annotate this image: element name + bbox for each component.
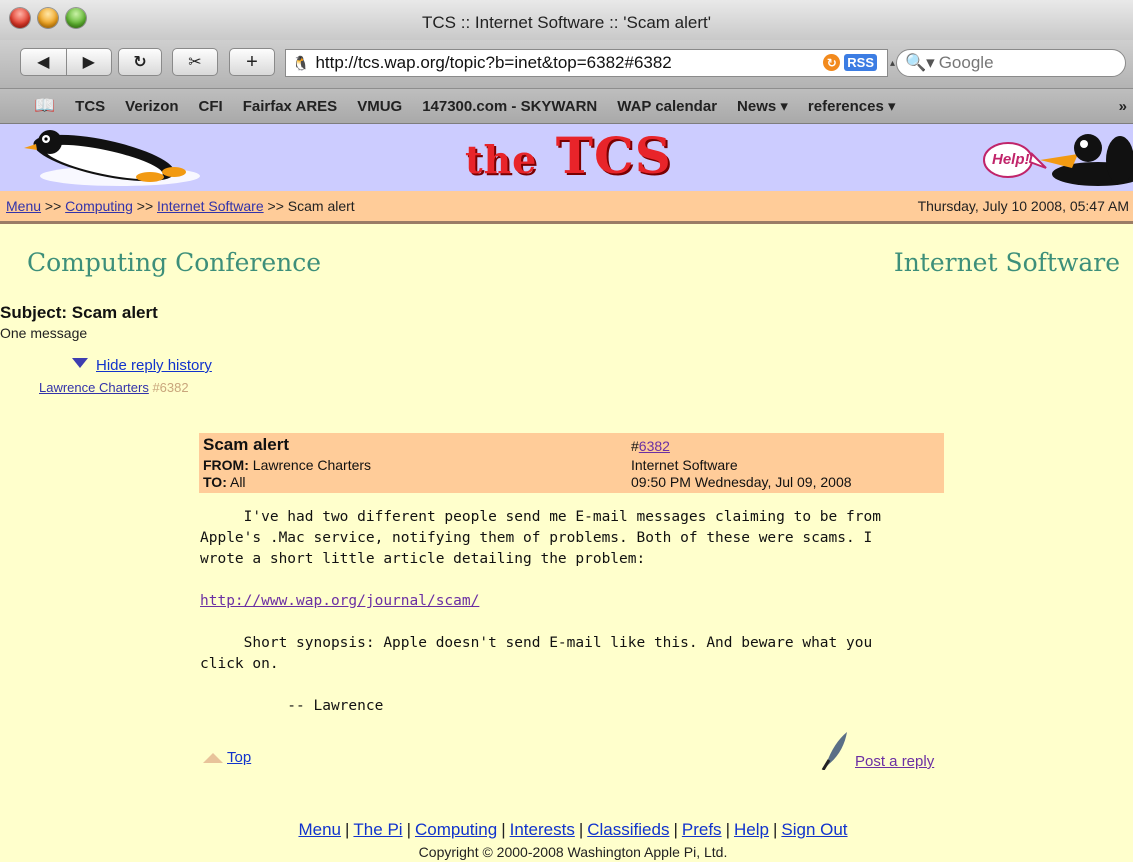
footer-link-classifieds[interactable]: Classifieds — [587, 820, 669, 839]
reload-button[interactable]: ↻ — [118, 48, 162, 76]
breadcrumb-computing-link[interactable]: Computing — [65, 198, 133, 214]
site-banner: the TCS Help! — [0, 124, 1133, 191]
top-link-container: Top — [203, 749, 251, 766]
thread-message-number: #6382 — [152, 380, 189, 395]
footer-separator: | — [578, 820, 584, 839]
footer-link-sign-out[interactable]: Sign Out — [781, 820, 847, 839]
resize-handle-icon[interactable]: ▴ — [890, 58, 895, 69]
footer-nav: Menu | The Pi | Computing | Interests | Classifi… — [0, 820, 1133, 840]
bookmarks-bar: 📖 TCS Verizon CFI Fairfax ARES VMUG 1473… — [0, 89, 1133, 124]
footer-separator: | — [345, 820, 350, 839]
search-placeholder: Google — [938, 53, 994, 72]
message-to: TO: All — [203, 474, 246, 490]
overflow-chevron-icon[interactable]: » — [1119, 98, 1127, 115]
up-arrow-icon — [203, 752, 223, 763]
breadcrumb-current: Scam alert — [287, 198, 355, 214]
rss-control[interactable]: ↻ RSS — [823, 54, 877, 71]
hide-reply-history-link[interactable]: Hide reply history — [96, 357, 212, 374]
breadcrumb-separator: >> — [44, 198, 62, 214]
current-datetime: Thursday, July 10 2008, 05:47 AM — [917, 198, 1129, 214]
message-signature: -- Lawrence — [200, 698, 384, 714]
footer-separator: | — [673, 820, 678, 839]
bookmark-item[interactable]: TCS — [75, 98, 105, 115]
address-bar[interactable]: 🐧 http://tcs.wap.org/topic?b=inet&top=63… — [285, 49, 888, 77]
breadcrumb-trail: Menu >> Computing >> Internet Software >… — [6, 198, 355, 214]
message-header: Scam alert FROM: Lawrence Charters TO: A… — [199, 433, 944, 493]
breadcrumb-separator: >> — [136, 198, 154, 214]
article-link[interactable]: http://www.wap.org/journal/scam/ — [200, 593, 479, 609]
message-title: Scam alert — [203, 435, 289, 454]
footer-link-computing[interactable]: Computing — [415, 820, 497, 839]
post-reply-link[interactable]: Post a reply — [855, 753, 934, 770]
search-field[interactable]: 🔍▾ Google — [896, 49, 1126, 77]
bookmark-item[interactable]: 147300.com - SKYWARN — [422, 98, 597, 115]
reload-circle-icon[interactable]: ↻ — [823, 54, 841, 71]
bookmark-item[interactable]: WAP calendar — [617, 98, 717, 115]
bookmark-item[interactable]: Verizon — [125, 98, 178, 115]
subject-heading: Subject: Scam alert — [0, 303, 158, 322]
back-icon[interactable]: ◀ — [21, 49, 66, 75]
top-link[interactable]: Top — [227, 749, 251, 766]
message-number-link[interactable]: 6382 — [639, 438, 670, 454]
window-titlebar: TCS :: Internet Software :: 'Scam alert' — [0, 0, 1133, 41]
rss-badge[interactable]: RSS — [844, 54, 877, 71]
penguin-sledding-illustration — [24, 130, 200, 186]
message-count: One message — [0, 325, 88, 341]
window-title: TCS :: Internet Software :: 'Scam alert' — [422, 13, 711, 32]
message-body: I've had two different people send me E-… — [200, 507, 960, 717]
snippet-button[interactable]: ✂ — [172, 48, 218, 76]
to-label: TO: — [203, 474, 227, 490]
copyright: Copyright © 2000-2008 Washington Apple P… — [418, 844, 728, 860]
footer-separator: | — [501, 820, 506, 839]
bookmark-item[interactable]: CFI — [199, 98, 223, 115]
to-value: All — [229, 474, 246, 490]
from-label: FROM: — [203, 457, 249, 473]
breadcrumb-separator: >> — [267, 198, 284, 214]
post-reply-container: Post a reply — [819, 730, 934, 770]
message-conference: Internet Software — [631, 457, 738, 473]
quill-pen-icon — [821, 732, 847, 770]
message-date: 09:50 PM Wednesday, Jul 09, 2008 — [631, 474, 852, 490]
footer-link-the-pi[interactable]: The Pi — [353, 820, 402, 839]
scissors-icon: ✂ — [188, 54, 202, 71]
help-button[interactable]: Help! — [992, 151, 1030, 168]
triangle-down-icon[interactable] — [72, 357, 88, 368]
hide-reply-history: Hide reply history — [72, 357, 212, 374]
book-icon[interactable]: 📖 — [34, 96, 55, 116]
message-paragraph: I've had two different people send me E-… — [200, 509, 881, 567]
footer-link-help[interactable]: Help — [734, 820, 769, 839]
search-icon: 🔍▾ — [905, 53, 935, 72]
footer-link-prefs[interactable]: Prefs — [682, 820, 722, 839]
breadcrumb-menu-link[interactable]: Menu — [6, 198, 41, 214]
message-from: FROM: Lawrence Charters — [203, 457, 371, 473]
breadcrumb-internet-software-link[interactable]: Internet Software — [157, 198, 264, 214]
bookmark-item[interactable]: references ▾ — [808, 97, 896, 115]
site-favicon-icon: 🐧 — [292, 54, 310, 71]
site-logo[interactable]: the TCS — [465, 128, 672, 188]
topic-category-title: Internet Software — [893, 248, 1120, 277]
bookmark-item[interactable]: News ▾ — [737, 97, 788, 115]
thread-entry: Lawrence Charters #6382 — [39, 380, 189, 395]
footer-separator: | — [406, 820, 411, 839]
footer-link-interests[interactable]: Interests — [510, 820, 575, 839]
footer-link-menu[interactable]: Menu — [298, 820, 341, 839]
bookmark-item[interactable]: Fairfax ARES — [243, 98, 337, 115]
plus-icon: + — [246, 50, 258, 73]
footer-separator: | — [772, 820, 778, 839]
reload-icon: ↻ — [133, 54, 147, 71]
bookmark-item[interactable]: VMUG — [357, 98, 402, 115]
from-value: Lawrence Charters — [252, 457, 372, 473]
thread-author-link[interactable]: Lawrence Charters — [39, 380, 149, 395]
footer-separator: | — [725, 820, 730, 839]
forward-icon[interactable]: ▶ — [65, 49, 112, 75]
message-number-prefix: # — [631, 438, 639, 454]
address-url: http://tcs.wap.org/topic?b=inet&top=6382… — [315, 53, 672, 72]
message-number: #6382 — [631, 438, 670, 454]
conference-title: Computing Conference — [27, 248, 322, 277]
message-paragraph: Short synopsis: Apple doesn't send E-mai… — [200, 635, 873, 672]
back-forward-buttons: ◀ ▶ — [20, 48, 112, 76]
browser-toolbar: ◀ ▶ ↻ ✂ + 🐧 http://tcs.wap.org/topic?b=i… — [0, 40, 1133, 89]
add-bookmark-button[interactable]: + — [229, 48, 275, 76]
breadcrumb: Menu >> Computing >> Internet Software >… — [0, 191, 1133, 224]
